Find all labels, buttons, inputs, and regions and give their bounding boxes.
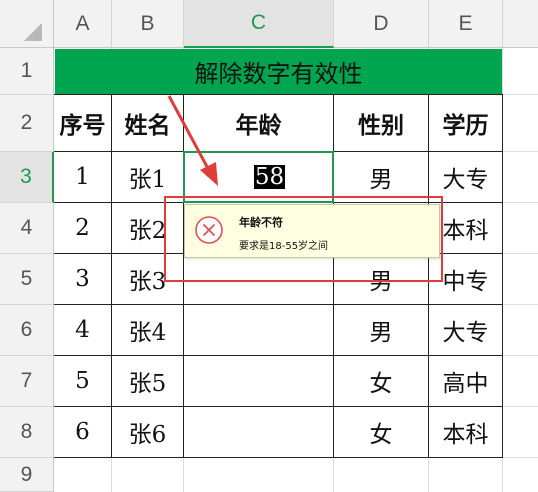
column-header-a[interactable]: A xyxy=(54,0,112,48)
row-header-3[interactable]: 3 xyxy=(0,152,54,203)
row-header-7[interactable]: 7 xyxy=(0,356,54,407)
title-text: 解除数字有效性 xyxy=(194,60,363,88)
row-header-5[interactable]: 5 xyxy=(0,254,54,305)
select-all-corner[interactable] xyxy=(0,0,54,48)
cell-name[interactable]: 张6 xyxy=(112,407,183,457)
header-education[interactable]: 学历 xyxy=(429,95,502,151)
active-cell-value[interactable]: 58 xyxy=(253,165,286,189)
cell-no[interactable]: 3 xyxy=(54,254,111,304)
row-header-4[interactable]: 4 xyxy=(0,203,54,254)
cell-gender[interactable]: 男 xyxy=(334,305,428,355)
row-header-9[interactable]: 9 xyxy=(0,458,54,492)
cell-education[interactable]: 本科 xyxy=(429,407,502,457)
highlight-rectangle xyxy=(164,196,443,282)
cell-education[interactable]: 高中 xyxy=(429,356,502,406)
cell-name[interactable]: 张5 xyxy=(112,356,183,406)
column-header-d[interactable]: D xyxy=(334,0,429,48)
cell-gender[interactable]: 男 xyxy=(334,152,428,202)
cell-no[interactable]: 5 xyxy=(54,356,111,406)
cell-education[interactable]: 大专 xyxy=(429,152,502,202)
select-all-triangle-icon xyxy=(23,22,42,41)
cell-gender[interactable]: 女 xyxy=(334,356,428,406)
column-header-c[interactable]: C xyxy=(184,0,334,48)
cell-no[interactable]: 4 xyxy=(54,305,111,355)
cell-no[interactable]: 2 xyxy=(54,203,111,253)
row-header-2[interactable]: 2 xyxy=(0,95,54,152)
column-header-e[interactable]: E xyxy=(429,0,503,48)
cell-gender[interactable]: 女 xyxy=(334,407,428,457)
header-no[interactable]: 序号 xyxy=(54,95,111,151)
cell-name[interactable]: 张4 xyxy=(112,305,183,355)
table-border xyxy=(502,94,503,458)
table-border xyxy=(54,457,503,458)
title-cell[interactable]: 解除数字有效性 xyxy=(55,49,502,94)
row-header-8[interactable]: 8 xyxy=(0,407,54,458)
cell-education[interactable]: 大专 xyxy=(429,305,502,355)
header-gender[interactable]: 性别 xyxy=(334,95,428,151)
column-header-b[interactable]: B xyxy=(112,0,184,48)
row-header-1[interactable]: 1 xyxy=(0,48,54,95)
annotation-arrow-icon xyxy=(167,95,218,186)
cell-no[interactable]: 6 xyxy=(54,407,111,457)
cell-no[interactable]: 1 xyxy=(54,152,111,202)
row-header-6[interactable]: 6 xyxy=(0,305,54,356)
column-header-blank xyxy=(503,0,538,48)
